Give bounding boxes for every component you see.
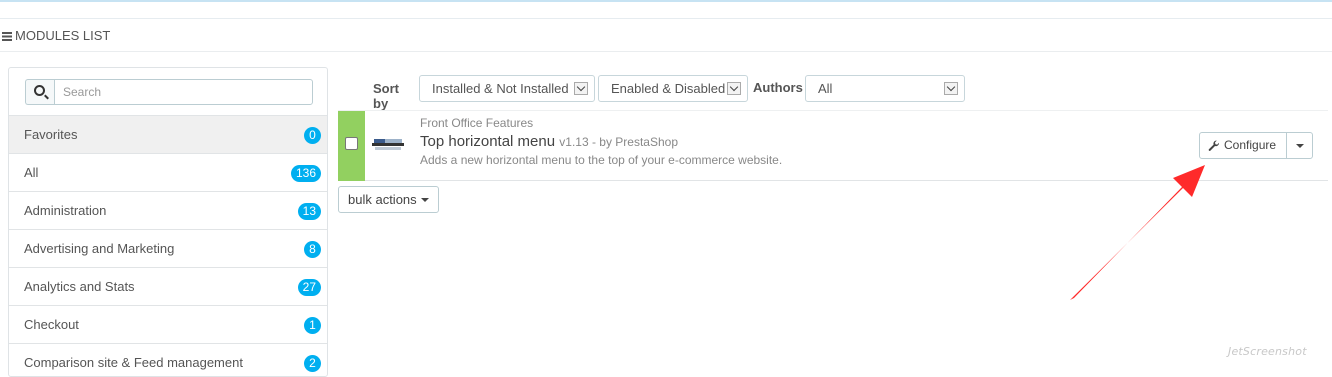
chevron-down-icon <box>574 82 588 95</box>
module-description: Adds a new horizontal menu to the top of… <box>420 153 783 167</box>
authors-label: Authors <box>753 80 803 95</box>
category-item-favorites[interactable]: Favorites 0 <box>9 116 327 154</box>
category-label: All <box>24 165 39 180</box>
panel-heading: MODULES LIST <box>0 19 1332 52</box>
wrench-icon <box>1208 140 1219 151</box>
chevron-down-icon <box>944 82 958 95</box>
category-label: Favorites <box>24 127 78 142</box>
category-count-badge: 1 <box>304 317 321 334</box>
install-filter-select[interactable]: Installed & Not Installed <box>419 75 595 102</box>
category-item-administration[interactable]: Administration 13 <box>9 192 327 230</box>
category-label: Checkout <box>24 317 79 332</box>
top-bar <box>0 0 1332 19</box>
caret-down-icon <box>420 198 429 202</box>
search-group <box>9 68 327 116</box>
category-item-advertising[interactable]: Advertising and Marketing 8 <box>9 230 327 268</box>
categories-sidebar: Favorites 0 All 136 Administration 13 Ad… <box>8 67 328 377</box>
category-item-checkout[interactable]: Checkout 1 <box>9 306 327 344</box>
module-name: Top horizontal menu <box>420 133 556 150</box>
category-count-badge: 27 <box>297 279 321 296</box>
watermark: JetScreenshot <box>1228 345 1307 358</box>
search-input[interactable] <box>54 79 313 105</box>
category-label: Analytics and Stats <box>24 279 135 294</box>
category-count-badge: 8 <box>304 241 321 258</box>
category-count-badge: 13 <box>297 203 321 220</box>
category-label: Administration <box>24 203 107 218</box>
status-filter-value: Enabled & Disabled <box>611 81 726 96</box>
authors-select[interactable]: All <box>805 75 965 102</box>
caret-down-icon <box>1296 144 1304 148</box>
status-filter-select[interactable]: Enabled & Disabled <box>598 75 748 102</box>
module-category: Front Office Features <box>420 116 534 130</box>
category-item-analytics[interactable]: Analytics and Stats 27 <box>9 268 327 306</box>
list-icon <box>2 32 12 41</box>
category-label: Advertising and Marketing <box>24 241 175 256</box>
category-count-badge: 0 <box>304 127 321 144</box>
top-accent-line <box>0 0 1332 2</box>
sort-by-label: Sort by <box>373 81 399 111</box>
category-item-comparison[interactable]: Comparison site & Feed management 2 <box>9 344 327 376</box>
chevron-down-icon <box>727 82 741 95</box>
install-filter-value: Installed & Not Installed <box>432 81 569 96</box>
search-icon <box>34 85 45 96</box>
category-count-badge: 2 <box>304 355 321 372</box>
red-arrow-annotation <box>1070 165 1205 300</box>
authors-value: All <box>818 81 833 96</box>
category-count-badge: 136 <box>290 165 321 182</box>
module-logo-icon <box>372 139 404 151</box>
configure-button[interactable]: Configure <box>1199 132 1287 159</box>
arrow-shape <box>1070 165 1205 300</box>
module-title: Top horizontal menu v1.13 - by PrestaSho… <box>420 133 678 150</box>
category-label: Comparison site & Feed management <box>24 355 243 370</box>
bulk-actions-button[interactable]: bulk actions <box>338 186 439 213</box>
bulk-actions-label: bulk actions <box>348 192 417 207</box>
module-version: v1.13 - by PrestaShop <box>559 135 678 149</box>
configure-label: Configure <box>1224 138 1277 152</box>
category-item-all[interactable]: All 136 <box>9 154 327 192</box>
module-actions-dropdown[interactable] <box>1286 132 1313 159</box>
module-checkbox[interactable] <box>345 137 358 150</box>
module-status-bar <box>338 111 365 181</box>
search-addon[interactable] <box>25 79 54 105</box>
page-title: MODULES LIST <box>15 28 111 43</box>
